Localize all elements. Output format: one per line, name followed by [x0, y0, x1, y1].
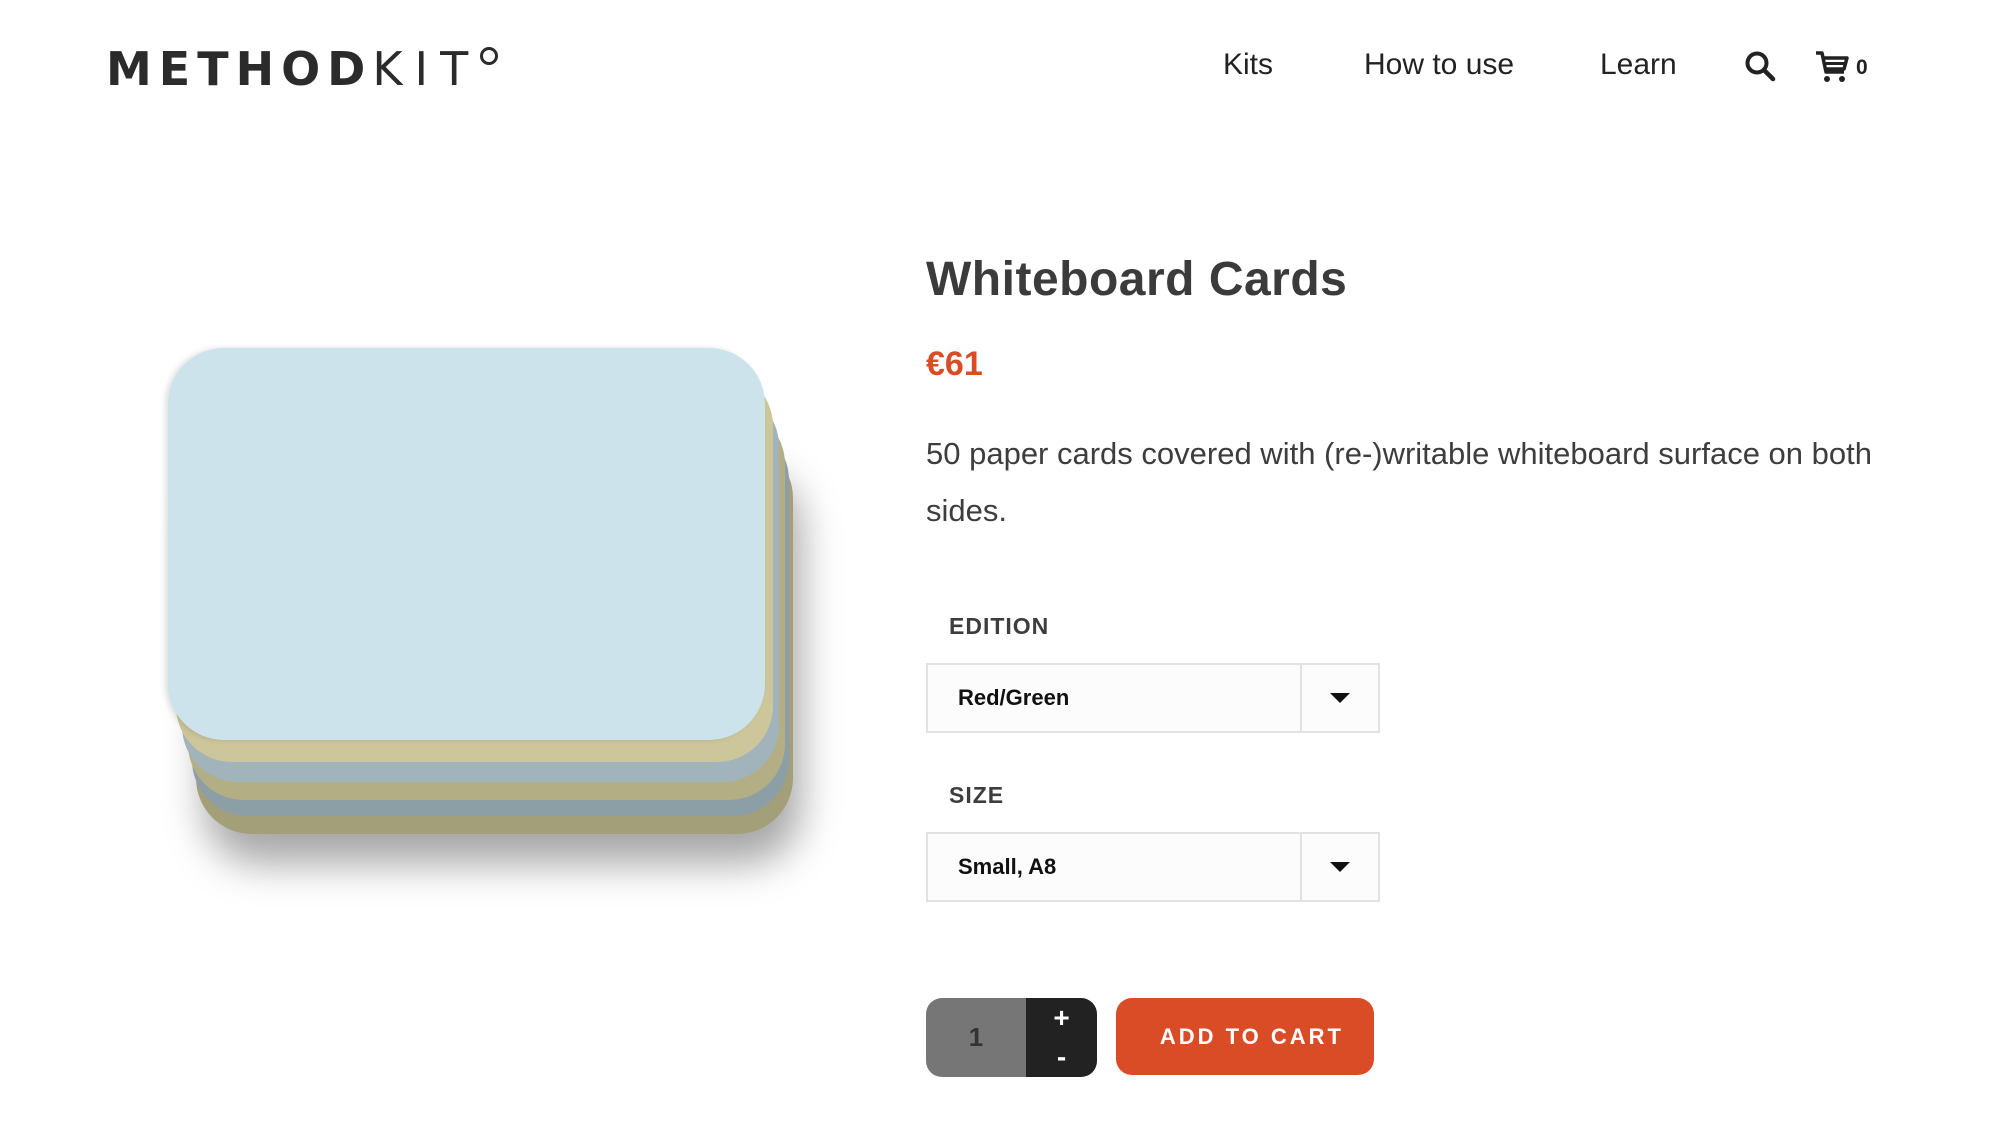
quantity-stepper: 1 + -: [926, 998, 1097, 1077]
size-label: SIZE: [949, 782, 1005, 808]
product-price: €61: [926, 345, 983, 383]
product-title: Whiteboard Cards: [926, 253, 1348, 306]
registered-mark-icon: [480, 47, 499, 65]
logo[interactable]: METHOD KIT: [106, 42, 499, 96]
nav-item-how-to-use[interactable]: How to use: [1364, 48, 1514, 82]
quantity-input[interactable]: 1: [926, 998, 1026, 1077]
logo-bold-text: METHOD: [106, 42, 373, 96]
edition-select[interactable]: Red/Green: [926, 663, 1380, 733]
product-image: [168, 348, 793, 834]
edition-select-value[interactable]: Red/Green: [928, 665, 1300, 731]
size-select-value[interactable]: Small, A8: [928, 834, 1300, 900]
cart-icon[interactable]: [1814, 50, 1850, 88]
size-select-toggle[interactable]: [1300, 834, 1378, 900]
logo-light-text: KIT: [372, 42, 481, 96]
decrement-button[interactable]: -: [1026, 1038, 1097, 1078]
card-top: [168, 348, 765, 740]
nav-item-kits[interactable]: Kits: [1223, 48, 1273, 82]
quantity-buttons: + -: [1026, 998, 1097, 1077]
product-description: 50 paper cards covered with (re-)writabl…: [926, 436, 1872, 528]
search-icon[interactable]: [1744, 50, 1776, 86]
add-to-cart-button[interactable]: ADD TO CART: [1116, 998, 1374, 1075]
increment-button[interactable]: +: [1026, 998, 1097, 1038]
edition-select-toggle[interactable]: [1300, 665, 1378, 731]
nav-item-learn[interactable]: Learn: [1600, 48, 1677, 82]
size-select[interactable]: Small, A8: [926, 832, 1380, 902]
caret-down-icon: [1330, 693, 1350, 703]
caret-down-icon: [1330, 862, 1350, 872]
edition-label: EDITION: [949, 613, 1050, 639]
cart-count-badge[interactable]: 0: [1856, 56, 1868, 80]
